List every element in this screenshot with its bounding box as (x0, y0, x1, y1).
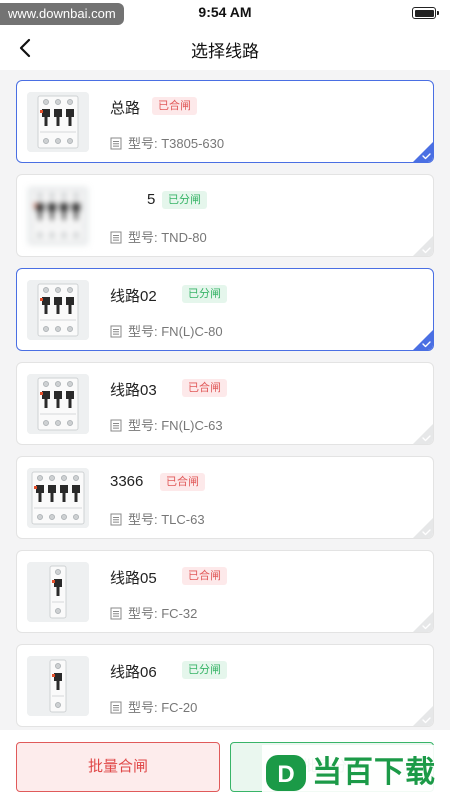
model-row: 型号: FN(L)C-80 (110, 321, 223, 340)
status-time: 9:54 AM (198, 4, 252, 20)
breaker-image (27, 374, 89, 434)
document-icon (110, 513, 122, 526)
model-prefix: 型号: (128, 606, 162, 621)
status-badge: 已合闸 (182, 379, 227, 397)
checked-corner-icon[interactable] (413, 142, 433, 162)
circuit-card[interactable]: 总路 已合闸 型号: T3805-630 (16, 80, 434, 163)
breaker-image (27, 280, 89, 340)
navigation-bar: 选择线路 (0, 26, 450, 70)
unchecked-corner-icon[interactable] (413, 236, 433, 256)
model-value: FC-20 (161, 700, 198, 715)
unchecked-corner-icon[interactable] (413, 424, 433, 444)
model-value: TLC-63 (161, 512, 205, 527)
breaker-image (27, 468, 89, 528)
circuit-name: 3366 (110, 473, 144, 490)
unchecked-corner-icon[interactable] (413, 612, 433, 632)
document-icon (110, 137, 122, 150)
checked-corner-icon[interactable] (413, 330, 433, 350)
unchecked-corner-icon[interactable] (413, 706, 433, 726)
circuit-name: 线路05 (110, 570, 157, 587)
status-bar: www.downbai.com 9:54 AM (0, 0, 450, 26)
circuit-card[interactable]: 3366 已合闸 型号: TLC-63 (16, 456, 434, 539)
document-icon (110, 419, 122, 432)
model-row: 型号: T3805-630 (110, 133, 224, 152)
logo-letter: D (277, 761, 294, 788)
circuit-card[interactable]: 线路06 已分闸 型号: FC-20 (16, 644, 434, 727)
model-value: FN(L)C-80 (161, 324, 223, 339)
model-row: 型号: TND-80 (110, 227, 207, 246)
logo-icon: D (266, 755, 306, 791)
battery-icon (412, 7, 439, 19)
model-value: TND-80 (161, 230, 207, 245)
batch-close-button[interactable]: 批量合闸 (16, 742, 220, 792)
model-prefix: 型号: (128, 700, 162, 715)
status-badge: 已合闸 (152, 97, 197, 115)
document-icon (110, 607, 122, 620)
logo-text: 当百下载 (312, 756, 436, 789)
circuit-card[interactable]: 线路03 已合闸 型号: FN(L)C-63 (16, 362, 434, 445)
circuit-card[interactable]: 5 已分闸 型号: TND-80 (16, 174, 434, 257)
breaker-image (27, 656, 89, 716)
model-prefix: 型号: (128, 324, 162, 339)
model-prefix: 型号: (128, 512, 162, 527)
model-row: 型号: FC-32 (110, 603, 197, 622)
breaker-image (27, 186, 89, 246)
model-row: 型号: FC-20 (110, 697, 197, 716)
breaker-image (27, 92, 89, 152)
status-badge: 已分闸 (162, 191, 207, 209)
model-prefix: 型号: (128, 136, 162, 151)
watermark-logo: D 当百下载 (262, 745, 450, 800)
model-row: 型号: TLC-63 (110, 509, 205, 528)
circuit-name-suffix: 5 (147, 191, 156, 208)
document-icon (110, 701, 122, 714)
model-value: FC-32 (161, 606, 198, 621)
circuit-list: 总路 已合闸 型号: T3805-630 5 已分闸 型号: TND-80 线路02… (16, 80, 434, 738)
circuit-card[interactable]: 线路05 已合闸 型号: FC-32 (16, 550, 434, 633)
status-badge: 已分闸 (182, 661, 227, 679)
page-title: 选择线路 (191, 42, 259, 61)
document-icon (110, 231, 122, 244)
model-prefix: 型号: (128, 230, 162, 245)
model-prefix: 型号: (128, 418, 162, 433)
circuit-name: 总路 (110, 100, 141, 117)
circuit-name: 线路03 (110, 382, 157, 399)
document-icon (110, 325, 122, 338)
unchecked-corner-icon[interactable] (413, 518, 433, 538)
status-badge: 已合闸 (182, 567, 227, 585)
model-value: T3805-630 (161, 136, 225, 151)
model-row: 型号: FN(L)C-63 (110, 415, 223, 434)
circuit-name: 线路06 (110, 664, 157, 681)
model-value: FN(L)C-63 (161, 418, 223, 433)
status-badge: 已合闸 (160, 473, 205, 491)
status-badge: 已分闸 (182, 285, 227, 303)
circuit-name: 线路02 (110, 288, 157, 305)
breaker-image (27, 562, 89, 622)
circuit-card[interactable]: 线路02 已分闸 型号: FN(L)C-80 (16, 268, 434, 351)
